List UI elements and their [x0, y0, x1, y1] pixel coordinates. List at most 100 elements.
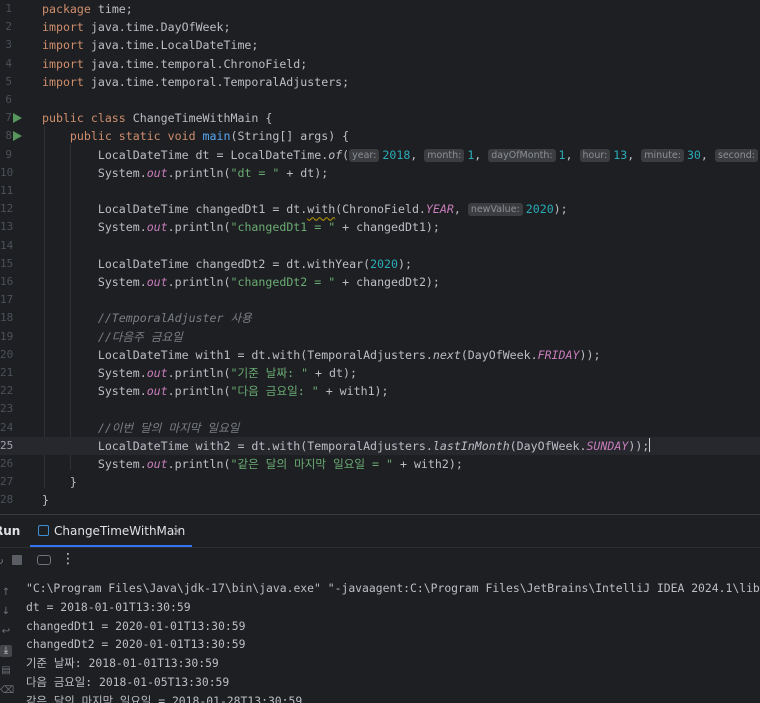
code-line[interactable]: 15 LocalDateTime changedDt2 = dt.withYea… [0, 255, 760, 273]
run-tool-window: Run ChangeTimeWithMain × ↻ ⋮ ↑ ↓ ↩ ⤓ ▤ ⌫… [0, 514, 760, 703]
line-number: 27 [0, 475, 14, 489]
code-line[interactable]: 22 System.out.println("다음 금요일: " + with1… [0, 382, 760, 400]
tab-change-time-with-main[interactable]: ChangeTimeWithMain × [30, 515, 192, 547]
scroll-to-end-icon[interactable]: ⤓ [0, 645, 12, 657]
stop-icon[interactable] [12, 555, 22, 565]
code-line[interactable]: 9 LocalDateTime dt = LocalDateTime.of(ye… [0, 146, 760, 164]
scroll-up-icon[interactable]: ↑ [0, 587, 12, 599]
console-line: "C:\Program Files\Java\jdk-17\bin\java.e… [26, 581, 760, 595]
scroll-down-icon[interactable]: ↓ [0, 606, 12, 618]
line-number: 28 [0, 493, 14, 507]
run-config-icon [38, 525, 49, 536]
line-number: 13 [0, 220, 14, 234]
console-line: 같은 달의 마지막 일요일 = 2018-01-28T13:30:59 [26, 693, 303, 703]
code-text: import java.time.temporal.TemporalAdjust… [42, 74, 350, 89]
code-line[interactable]: 11 [0, 182, 760, 200]
code-text: System.out.println("기준 날짜: " + dt); [42, 366, 357, 380]
console-line: changedDt2 = 2020-01-01T13:30:59 [26, 637, 246, 652]
more-options-icon[interactable]: ⋮ [61, 551, 75, 567]
code-text: //다음주 금요일 [97, 329, 183, 344]
run-toolbar: ↻ ⋮ [0, 548, 760, 574]
line-number: 20 [0, 347, 14, 361]
line-number: 5 [5, 74, 12, 88]
code-line[interactable]: 14 [0, 237, 760, 255]
line-number: 1 [5, 2, 12, 15]
code-text: public class ChangeTimeWithMain { [42, 111, 273, 126]
code-text: //TemporalAdjuster 사용 [97, 311, 252, 326]
camera-icon[interactable] [37, 555, 51, 565]
line-number: 14 [0, 238, 14, 252]
code-text: //이번 달의 마지막 일요일 [97, 420, 240, 435]
code-line[interactable]: 23 [0, 400, 760, 418]
code-line[interactable]: 4 import java.time.temporal.ChronoField; [0, 55, 760, 73]
line-number: 19 [0, 329, 14, 343]
code-line[interactable]: 21 System.out.println("기준 날짜: " + dt); [0, 364, 760, 382]
code-text: public static void main(String[] args) { [69, 129, 350, 144]
code-text: package time; [42, 2, 133, 16]
line-number: 15 [0, 256, 14, 270]
code-text: } [42, 475, 77, 490]
code-text: System.out.println("changedDt1 = " + cha… [42, 220, 440, 235]
code-text: LocalDateTime with1 = dt.with(TemporalAd… [42, 347, 601, 362]
code-text: LocalDateTime changedDt1 = dt.with(Chron… [42, 202, 568, 217]
code-text: import java.time.temporal.ChronoField; [42, 56, 308, 71]
console-line: dt = 2018-01-01T13:30:59 [26, 599, 191, 614]
code-line[interactable]: 28} [0, 491, 760, 509]
code-text: import java.time.LocalDateTime; [42, 38, 259, 53]
code-text: System.out.println("같은 달의 마지막 일요일 = " + … [42, 457, 463, 471]
run-panel-title: Run [0, 524, 21, 538]
console-line: changedDt1 = 2020-01-01T13:30:59 [26, 618, 246, 633]
code-text: LocalDateTime with2 = dt.with(TemporalAd… [42, 437, 651, 453]
code-text: System.out.println("changedDt2 = " + cha… [42, 275, 440, 289]
code-text: LocalDateTime changedDt2 = dt.withYear(2… [42, 256, 412, 271]
code-line[interactable]: 24 //이번 달의 마지막 일요일 [0, 419, 760, 437]
code-line[interactable]: 2 import java.time.DayOfWeek; [0, 18, 760, 36]
code-line[interactable]: 20 LocalDateTime with1 = dt.with(Tempora… [0, 346, 760, 364]
ide-window: 1 package time; 2 import java.time.DayOfWee… [0, 0, 760, 703]
line-number: 11 [0, 184, 14, 197]
line-number: 8 [5, 129, 12, 143]
console-side-toolbar: ↑ ↓ ↩ ⤓ ▤ ⌫ [0, 575, 14, 703]
line-number: 9 [5, 147, 12, 161]
code-line[interactable]: 1 package time; [0, 0, 760, 18]
code-line[interactable]: 18 //TemporalAdjuster 사용 [0, 309, 760, 327]
code-line[interactable]: 10 System.out.println("dt = " + dt); [0, 164, 760, 182]
line-number: 26 [0, 457, 14, 470]
console-line: 다음 금요일: 2018-01-05T13:30:59 [26, 674, 230, 689]
line-number: 18 [0, 311, 14, 325]
print-icon[interactable]: ▤ [0, 665, 12, 677]
soft-wrap-icon[interactable]: ↩ [0, 626, 12, 638]
run-tab-bar: Run ChangeTimeWithMain × [0, 515, 760, 548]
line-number: 10 [0, 165, 14, 179]
line-number: 7 [5, 111, 12, 125]
code-line[interactable]: 27 } [0, 473, 760, 491]
code-line[interactable]: 7 public class ChangeTimeWithMain { [0, 109, 760, 127]
line-number: 4 [5, 56, 12, 70]
line-number: 12 [0, 202, 14, 216]
code-line[interactable]: 25 LocalDateTime with2 = dt.with(Tempora… [0, 436, 760, 455]
code-line[interactable]: 6 [0, 91, 760, 109]
run-gutter-icon[interactable] [13, 131, 22, 142]
code-line[interactable]: 26 System.out.println("같은 달의 마지막 일요일 = "… [0, 455, 760, 473]
code-line[interactable]: 12 LocalDateTime changedDt1 = dt.with(Ch… [0, 200, 760, 218]
code-line[interactable]: 5 import java.time.temporal.TemporalAdjus… [0, 73, 760, 91]
code-text: } [42, 493, 49, 508]
code-editor[interactable]: 1 package time; 2 import java.time.DayOfWee… [0, 0, 760, 514]
code-text: LocalDateTime dt = LocalDateTime.of(year… [42, 146, 760, 164]
rerun-icon[interactable]: ↻ [0, 554, 8, 566]
code-line[interactable]: 17 [0, 291, 760, 309]
code-line[interactable]: 8 public static void main(String[] args)… [0, 127, 760, 145]
line-number: 3 [5, 38, 12, 52]
code-line[interactable]: 19 //다음주 금요일 [0, 328, 760, 346]
line-number: 24 [0, 420, 14, 434]
code-text: System.out.println("다음 금요일: " + with1); [42, 384, 389, 399]
close-icon[interactable]: × [172, 515, 182, 547]
code-line[interactable]: 3 import java.time.LocalDateTime; [0, 36, 760, 54]
code-line[interactable]: 16 System.out.println("changedDt2 = " + … [0, 273, 760, 291]
console-output[interactable]: "C:\Program Files\Java\jdk-17\bin\java.e… [26, 579, 760, 703]
code-line[interactable]: 13 System.out.println("changedDt1 = " + … [0, 218, 760, 236]
line-number: 21 [0, 366, 14, 379]
code-text: import java.time.DayOfWeek; [42, 20, 231, 35]
run-gutter-icon[interactable] [13, 113, 22, 124]
clear-all-icon[interactable]: ⌫ [0, 685, 14, 697]
